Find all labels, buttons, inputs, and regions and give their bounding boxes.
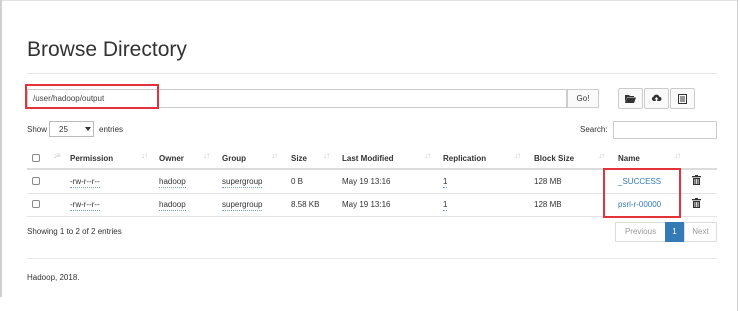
table-info: Showing 1 to 2 of 2 entries	[27, 227, 122, 236]
sort-icon[interactable]: ↓↑	[674, 151, 681, 160]
sort-icon[interactable]: ↓↑	[514, 151, 521, 160]
pagination-previous-button[interactable]: Previous	[615, 222, 666, 242]
page-length-select[interactable]: 25	[49, 121, 94, 137]
column-header-block-size[interactable]: Block Size	[534, 154, 574, 163]
table-row-size: 0 B	[291, 177, 304, 186]
page-title: Browse Directory	[27, 38, 187, 61]
entries-label: entries	[99, 125, 124, 134]
column-header-owner[interactable]: Owner	[159, 154, 184, 163]
column-header-size[interactable]: Size	[291, 154, 307, 163]
footer-text: Hadoop, 2018.	[27, 273, 80, 282]
table-row-replication[interactable]: 1	[443, 200, 448, 211]
table-row-block-size: 128 MB	[534, 200, 562, 209]
row-checkbox[interactable]	[32, 200, 40, 208]
highlight-path-box	[25, 84, 159, 109]
sort-icon[interactable]: ↓↑	[323, 151, 330, 160]
sort-icon[interactable]: ↓≡	[53, 151, 61, 160]
table-row-owner[interactable]: hadoop	[159, 177, 186, 188]
column-header-replication[interactable]: Replication	[443, 154, 486, 163]
create-directory-button[interactable]	[618, 88, 643, 109]
sort-icon[interactable]: ↓↑	[424, 151, 431, 160]
table-row-group[interactable]: supergroup	[222, 177, 263, 188]
trash-icon[interactable]	[692, 198, 701, 208]
row-checkbox[interactable]	[32, 177, 40, 185]
go-button[interactable]: Go!	[567, 89, 599, 108]
column-header-last-modified[interactable]: Last Modified	[342, 154, 394, 163]
table-row-group[interactable]: supergroup	[222, 200, 263, 211]
table-row-last-modified: May 19 13:16	[342, 200, 391, 209]
sort-icon[interactable]: ↓↑	[271, 151, 278, 160]
chevron-down-icon	[85, 127, 91, 131]
folder-open-icon	[625, 95, 636, 103]
window-right-border	[737, 0, 738, 311]
column-header-permission[interactable]: Permission	[70, 154, 113, 163]
select-all-checkbox[interactable]	[32, 154, 40, 162]
table-row-owner[interactable]: hadoop	[159, 200, 186, 211]
show-label: Show	[27, 125, 48, 134]
table-row-last-modified: May 19 13:16	[342, 177, 391, 186]
pagination-page-1-button[interactable]: 1	[665, 222, 684, 242]
list-file-icon	[678, 93, 687, 104]
footer-divider	[27, 258, 717, 259]
title-divider	[27, 73, 717, 74]
upload-cloud-icon	[651, 94, 662, 103]
table-row-size: 8.58 KB	[291, 200, 320, 209]
trash-icon[interactable]	[692, 175, 701, 185]
upload-files-button[interactable]	[644, 88, 669, 109]
table-row-block-size: 128 MB	[534, 177, 562, 186]
table-row-replication[interactable]: 1	[443, 177, 448, 188]
sort-icon[interactable]: ↓↑	[141, 151, 148, 160]
pagination-next-button[interactable]: Next	[684, 222, 717, 242]
table-row-permission[interactable]: -rw-r--r--	[70, 177, 100, 188]
search-input[interactable]	[613, 121, 717, 139]
column-header-group[interactable]: Group	[222, 154, 246, 163]
sort-icon[interactable]: ↓↑	[598, 151, 605, 160]
highlight-name-box	[603, 168, 681, 218]
window-left-border	[0, 0, 2, 297]
search-label: Search:	[580, 125, 608, 134]
cut-paste-button[interactable]	[670, 88, 695, 109]
column-header-name[interactable]: Name	[618, 154, 640, 163]
window-top-border	[0, 0, 738, 1]
sort-icon[interactable]: ↓↑	[203, 151, 210, 160]
table-row-permission[interactable]: -rw-r--r--	[70, 200, 100, 211]
page-length-value: 25	[59, 125, 68, 134]
